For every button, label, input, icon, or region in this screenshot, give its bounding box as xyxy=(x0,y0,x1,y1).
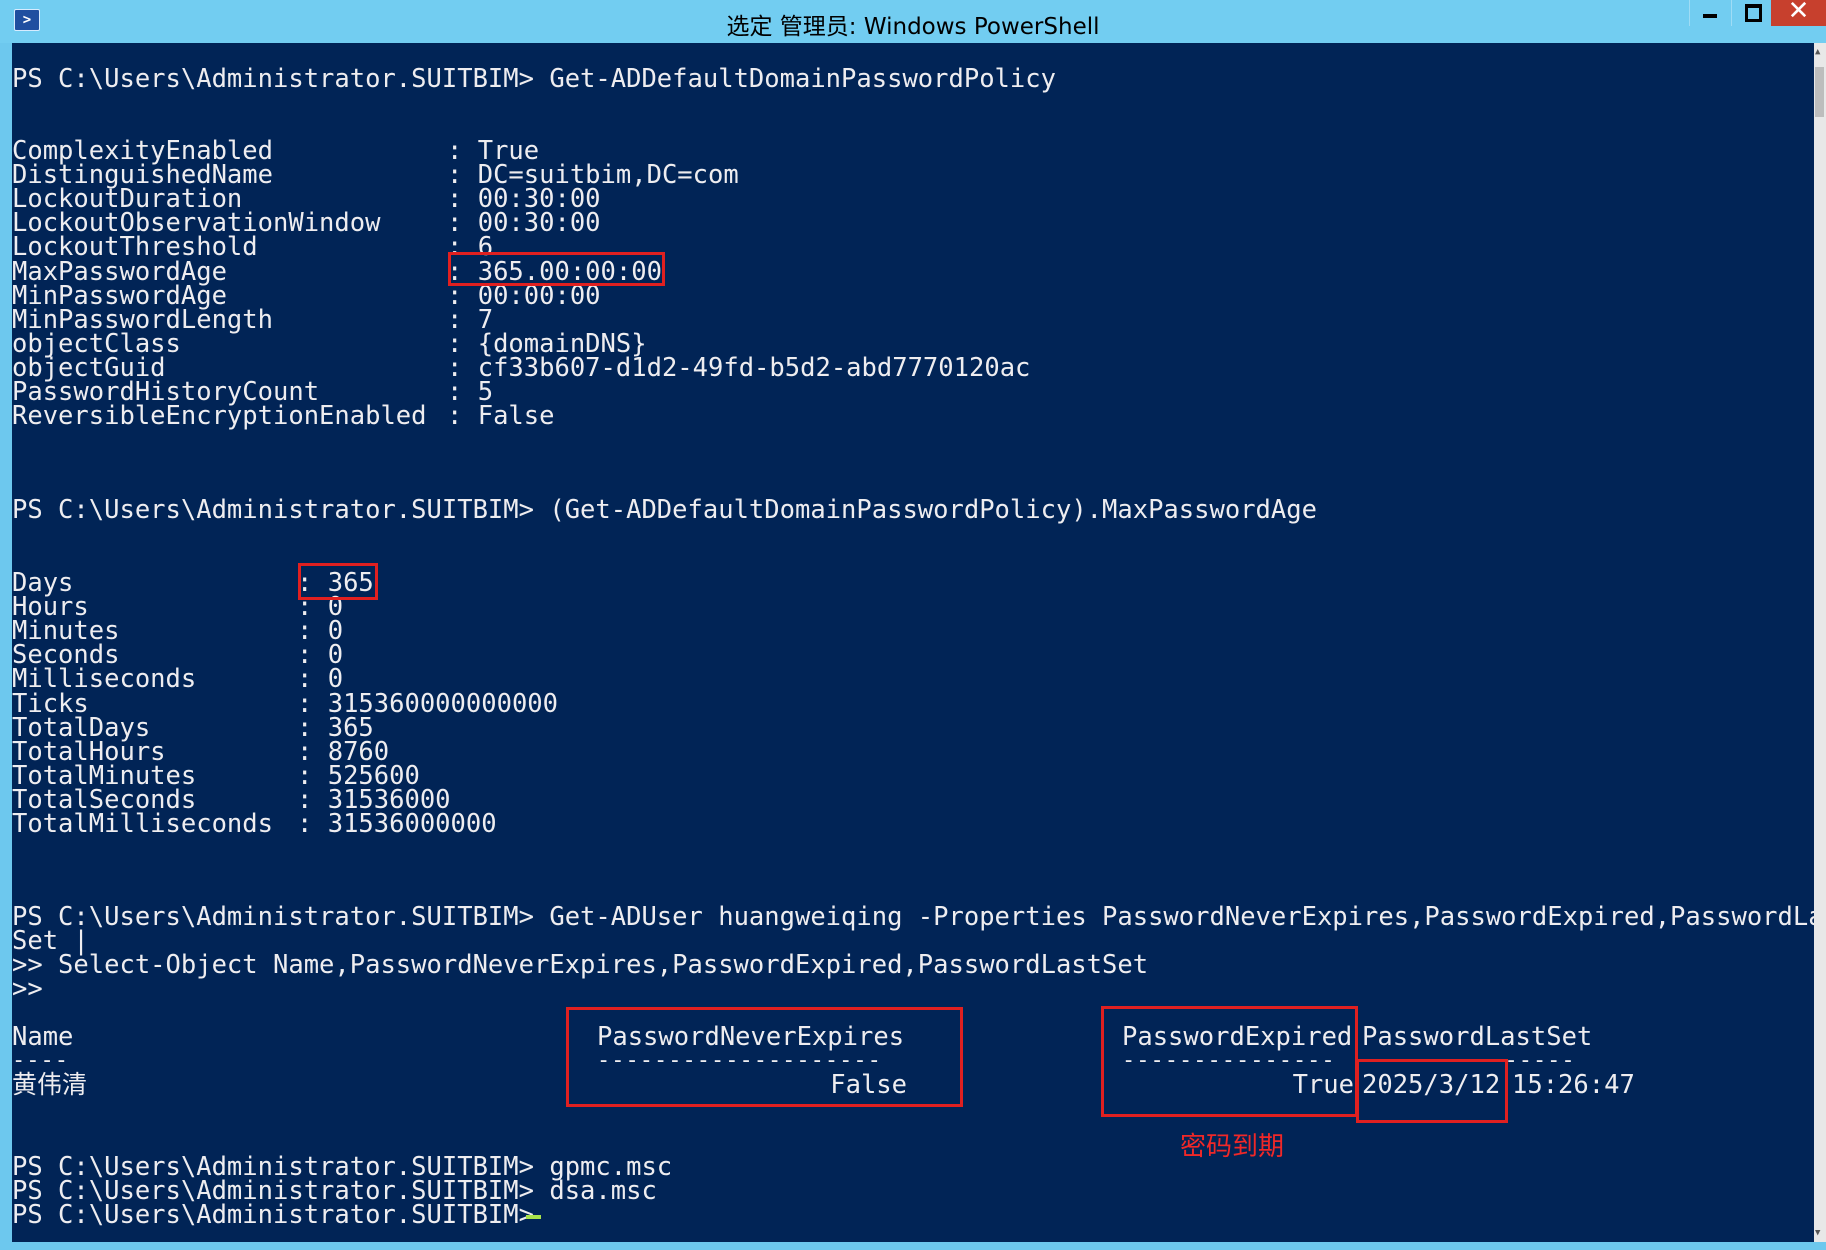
property-value: 00:30:00 xyxy=(477,208,601,239)
list-item: TotalMilliseconds: 31536000000 xyxy=(12,809,497,839)
close-button[interactable]: ✕ xyxy=(1771,0,1826,26)
property-value: 31536000000 xyxy=(327,809,497,839)
scroll-up-arrow-icon[interactable]: ▲ xyxy=(1815,47,1820,57)
list-item: MinPasswordAge: 00:00:00 xyxy=(12,280,601,311)
window-frame-edge xyxy=(0,1242,1826,1250)
property-name: MaxPasswordAge xyxy=(12,256,227,287)
annotation-label: 密码到期 xyxy=(1180,1132,1285,1162)
command-line: PS C:\Users\Administrator.SUITBIM> (Get-… xyxy=(12,495,1317,525)
vertical-scrollbar[interactable]: ▲ ▼ xyxy=(1814,43,1826,1242)
close-icon: ✕ xyxy=(1787,0,1810,26)
current-prompt-line[interactable]: PS C:\Users\Administrator.SUITBIM> xyxy=(12,1200,534,1230)
column-header-password-last-set: PasswordLastSet xyxy=(1362,1022,1593,1052)
prompt: PS C:\Users\Administrator.SUITBIM> xyxy=(12,1200,534,1230)
scroll-down-arrow-icon[interactable]: ▼ xyxy=(1815,1228,1820,1238)
property-value: cf33b607-d1d2-49fd-b5d2-abd7770120ac xyxy=(477,352,1031,383)
highlight-password-last-set-date xyxy=(1356,1059,1508,1123)
property-value: False xyxy=(477,401,555,432)
prompt: PS C:\Users\Administrator.SUITBIM> xyxy=(12,495,534,525)
column-header-name: Name xyxy=(12,1022,74,1052)
command-continuation: >> Select-Object Name,PasswordNeverExpir… xyxy=(12,950,1149,980)
minimize-button[interactable] xyxy=(1689,0,1731,26)
command-text: Get-ADUser huangweiqing -Properties Pass… xyxy=(549,902,1814,932)
maximize-icon xyxy=(1745,4,1762,22)
list-item: Ticks: 315360000000000 xyxy=(12,688,558,719)
property-name: LockoutThreshold xyxy=(12,232,258,263)
property-name: MinPasswordAge xyxy=(12,280,227,311)
scroll-thumb[interactable] xyxy=(1815,67,1824,117)
command-continuation: >> xyxy=(12,974,43,1004)
property-name: TotalMilliseconds xyxy=(12,809,273,839)
property-name: Ticks xyxy=(12,688,89,719)
command-text: (Get-ADDefaultDomainPasswordPolicy).MaxP… xyxy=(549,495,1317,525)
password-last-set-time: 15:26:47 xyxy=(1512,1070,1635,1100)
list-item: Milliseconds: 0 xyxy=(12,664,343,695)
highlight-days xyxy=(298,563,378,600)
window-title: 选定 管理员: Windows PowerShell xyxy=(726,14,1100,40)
property-name: ReversibleEncryptionEnabled xyxy=(12,401,427,432)
user-name-cell: 黄伟清 xyxy=(12,1070,88,1099)
colon-separator: : xyxy=(297,809,328,839)
title-bar[interactable]: > 选定 管理员: Windows PowerShell ✕ xyxy=(0,0,1826,43)
command-text: Get-ADDefaultDomainPasswordPolicy xyxy=(549,64,1056,94)
prompt: PS C:\Users\Administrator.SUITBIM> xyxy=(12,64,534,94)
command-text: dsa.msc xyxy=(549,1176,657,1206)
property-name: Milliseconds xyxy=(12,664,197,695)
text-cursor xyxy=(526,1215,541,1219)
command-line: PS C:\Users\Administrator.SUITBIM> Get-A… xyxy=(12,64,1056,94)
command-line: PS C:\Users\Administrator.SUITBIM> Get-A… xyxy=(12,902,1814,932)
highlight-max-password-age xyxy=(448,252,665,286)
maximize-button[interactable] xyxy=(1731,0,1773,26)
list-item: LockoutThreshold: 6 xyxy=(12,232,493,263)
highlight-password-expired xyxy=(1101,1006,1358,1117)
minimize-icon xyxy=(1703,14,1717,18)
colon-separator: : xyxy=(447,401,478,432)
highlight-password-never-expires xyxy=(566,1007,963,1107)
list-item: ReversibleEncryptionEnabled: False xyxy=(12,401,555,432)
prompt: PS C:\Users\Administrator.SUITBIM> xyxy=(12,902,534,932)
property-name: TotalDays xyxy=(12,712,151,743)
